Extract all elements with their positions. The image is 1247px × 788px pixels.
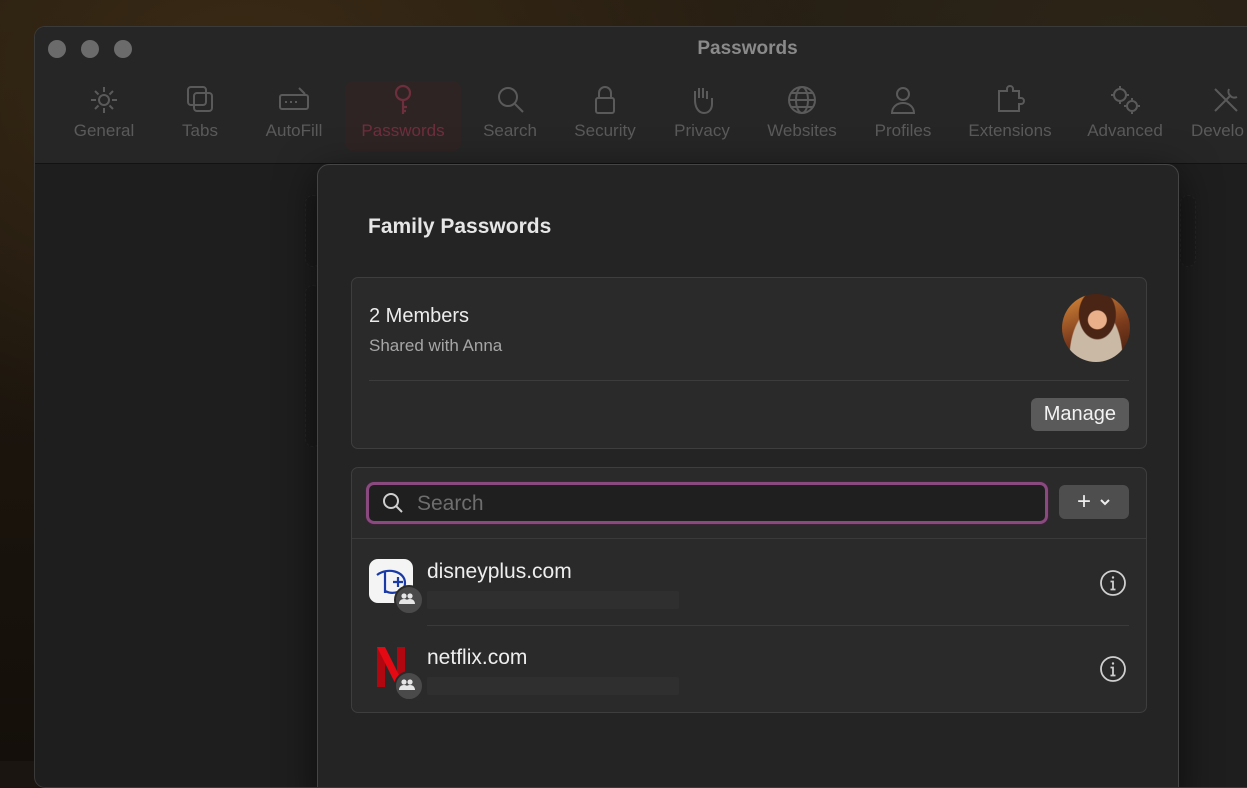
shared-with-label: Shared with Anna: [369, 336, 503, 355]
toolbar-item-autofill[interactable]: AutoFill: [257, 81, 331, 151]
site-name: disneyplus.com: [427, 560, 572, 583]
tabs-icon: [165, 83, 235, 121]
family-passwords-sheet: Family Passwords 2 Members Shared with A…: [317, 164, 1179, 787]
toolbar-item-search[interactable]: Search: [475, 81, 545, 151]
toolbar-item-privacy[interactable]: Privacy: [667, 81, 737, 151]
add-button-label: +: [1076, 488, 1091, 515]
avatar: [1062, 294, 1130, 362]
shared-group-icon: [394, 671, 424, 701]
key-icon: [345, 83, 461, 121]
site-name: netflix.com: [427, 646, 528, 669]
toolbar-item-websites[interactable]: Websites: [759, 81, 845, 151]
redacted-username: [427, 591, 679, 609]
globe-icon: [759, 83, 845, 121]
add-password-button[interactable]: +: [1059, 485, 1129, 519]
shared-group-icon: [394, 585, 424, 615]
sheet-title: Family Passwords: [368, 215, 552, 238]
search-input[interactable]: [415, 485, 1019, 523]
settings-window: Passwords General Tabs AutoFill Password…: [34, 26, 1247, 788]
list-item[interactable]: disneyplus.com: [352, 539, 1146, 625]
search-icon: [383, 493, 403, 513]
hand-icon: [667, 83, 737, 121]
redacted-username: [427, 677, 679, 695]
manage-button[interactable]: Manage: [1030, 398, 1129, 431]
window-title: Passwords: [697, 38, 798, 59]
chevron-down-icon: [1100, 499, 1110, 506]
lock-icon: [565, 83, 645, 121]
members-card: 2 Members Shared with Anna Manage: [351, 277, 1147, 449]
magnifier-icon: [475, 83, 545, 121]
toolbar-item-extensions[interactable]: Extensions: [961, 81, 1059, 151]
background-row: [1180, 195, 1196, 267]
info-icon[interactable]: [1099, 655, 1127, 683]
gears-icon: [1079, 83, 1171, 121]
puzzle-icon: [961, 83, 1059, 121]
members-count: 2 Members: [369, 305, 470, 327]
person-icon: [867, 83, 939, 121]
list-item[interactable]: netflix.com: [352, 625, 1146, 711]
toolbar-item-tabs[interactable]: Tabs: [165, 81, 235, 151]
autofill-icon: [257, 83, 331, 121]
tools-icon: [1191, 83, 1247, 121]
title-bar: Passwords General Tabs AutoFill Password…: [35, 27, 1247, 164]
toolbar-item-security[interactable]: Security: [565, 81, 645, 151]
search-field[interactable]: [366, 482, 1048, 524]
toolbar-item-developer[interactable]: Develo: [1191, 81, 1247, 151]
toolbar-item-advanced[interactable]: Advanced: [1079, 81, 1171, 151]
gear-icon: [65, 83, 143, 121]
password-list-card: + disneyplus.com: [351, 467, 1147, 713]
toolbar-item-profiles[interactable]: Profiles: [867, 81, 939, 151]
toolbar-item-general[interactable]: General: [65, 81, 143, 151]
info-icon[interactable]: [1099, 569, 1127, 597]
divider: [369, 380, 1129, 381]
toolbar-item-passwords[interactable]: Passwords: [345, 81, 461, 151]
